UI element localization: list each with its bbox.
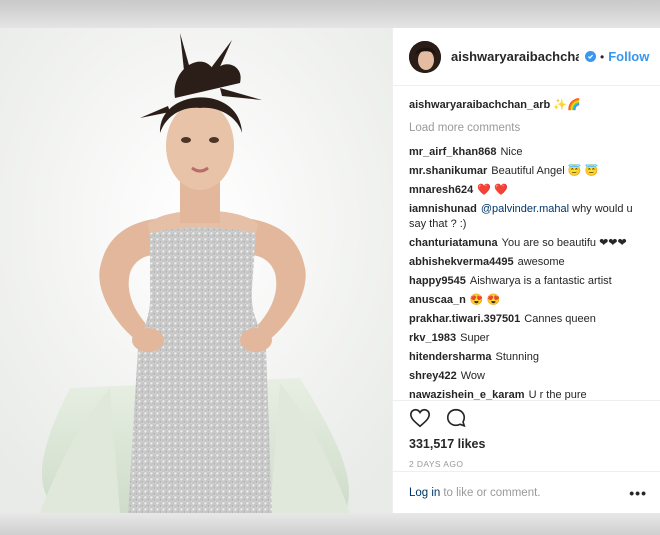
post-header: aishwaryaraibachchan_arb • Follow	[393, 28, 660, 86]
comment-item: happy9545 Aishwarya is a fantastic artist	[409, 274, 645, 289]
comment-item: abhishekverma4495 awesome	[409, 255, 645, 270]
comment-item: mr.shanikumar Beautiful Angel 😇 😇	[409, 164, 645, 179]
comment-username[interactable]: mr.shanikumar	[409, 165, 487, 177]
comment-text: Wow	[460, 370, 485, 382]
comment-item: prakhar.tiwari.397501 Cannes queen	[409, 312, 645, 327]
comment-mention-link[interactable]: @palvinder.mahal	[481, 203, 569, 215]
comment-text: 😍 😍	[469, 294, 501, 306]
backdrop-top	[0, 0, 660, 28]
comment-text: ❤️ ❤️	[477, 184, 508, 196]
post-timestamp[interactable]: 2 DAYS AGO	[409, 459, 645, 469]
likes-count[interactable]: 331,517 likes	[409, 437, 645, 451]
comment-username[interactable]: iamnishunad	[409, 203, 477, 215]
post-photo-illustration	[0, 28, 392, 513]
header-username[interactable]: aishwaryaraibachchan_arb	[451, 49, 579, 64]
comment-username[interactable]: rkv_1983	[409, 332, 456, 344]
login-suffix-text: to like or comment.	[443, 486, 541, 499]
comment-item: rkv_1983 Super	[409, 331, 645, 346]
instagram-post: aishwaryaraibachchan_arb • Follow aishwa…	[0, 28, 660, 513]
comment-username[interactable]: happy9545	[409, 275, 466, 287]
comment-text: Super	[460, 332, 490, 344]
comment-item: chanturiatamuna You are so beautifu ❤❤❤	[409, 236, 645, 251]
post-sidebar: aishwaryaraibachchan_arb • Follow aishwa…	[392, 28, 660, 513]
comment-item: shrey422 Wow	[409, 369, 645, 384]
comment-icon[interactable]	[445, 407, 467, 429]
comment-username[interactable]: mnaresh624	[409, 184, 473, 196]
caption-username[interactable]: aishwaryaraibachchan_arb	[409, 99, 550, 111]
post-caption: aishwaryaraibachchan_arb ✨🌈	[409, 98, 645, 113]
comment-item: mnaresh624 ❤️ ❤️	[409, 183, 645, 198]
comment-username[interactable]: chanturiatamuna	[409, 237, 498, 249]
verified-badge-icon	[585, 51, 596, 62]
post-photo[interactable]	[0, 28, 392, 513]
comment-text: U r the pure	[528, 389, 587, 400]
comment-username[interactable]: anuscaa_n	[409, 294, 466, 306]
action-icons	[409, 407, 645, 429]
comment-item: iamnishunad @palvinder.mahal why would u …	[409, 202, 645, 232]
avatar-image	[409, 40, 441, 73]
comment-username[interactable]: prakhar.tiwari.397501	[409, 313, 520, 325]
caption-text: ✨🌈	[553, 99, 581, 111]
comment-username[interactable]: mr_airf_khan868	[409, 146, 496, 158]
comment-username[interactable]: hitendersharma	[409, 351, 492, 363]
comment-item: mr_airf_khan868 Nice	[409, 145, 645, 160]
avatar[interactable]	[409, 40, 441, 73]
comment-item: nawazishein_e_karam U r the pure	[409, 388, 645, 400]
comments-list[interactable]: aishwaryaraibachchan_arb ✨🌈 Load more co…	[393, 88, 660, 400]
more-options-icon[interactable]: •••	[629, 485, 647, 501]
comment-text: awesome	[517, 256, 565, 268]
comment-username[interactable]: shrey422	[409, 370, 457, 382]
comment-text: Cannes queen	[524, 313, 596, 325]
comment-text: Aishwarya is a fantastic artist	[469, 275, 612, 287]
follow-button[interactable]: Follow	[608, 49, 649, 64]
backdrop-bottom	[0, 513, 660, 535]
comment-text: Nice	[500, 146, 523, 158]
comment-text: You are so beautifu ❤❤❤	[501, 237, 627, 249]
header-separator: •	[600, 49, 605, 64]
heart-icon[interactable]	[409, 407, 431, 429]
comment-item: anuscaa_n 😍 😍	[409, 293, 645, 308]
comment-username[interactable]: abhishekverma4495	[409, 256, 514, 268]
comment-username[interactable]: nawazishein_e_karam	[409, 389, 525, 400]
login-prompt: Log in to like or comment. •••	[393, 471, 660, 513]
login-link[interactable]: Log in	[409, 487, 440, 499]
comment-text: Beautiful Angel 😇 😇	[491, 165, 599, 177]
load-more-comments-button[interactable]: Load more comments	[409, 121, 645, 136]
comment-item: hitendersharma Stunning	[409, 350, 645, 365]
comment-text: Stunning	[495, 351, 539, 363]
